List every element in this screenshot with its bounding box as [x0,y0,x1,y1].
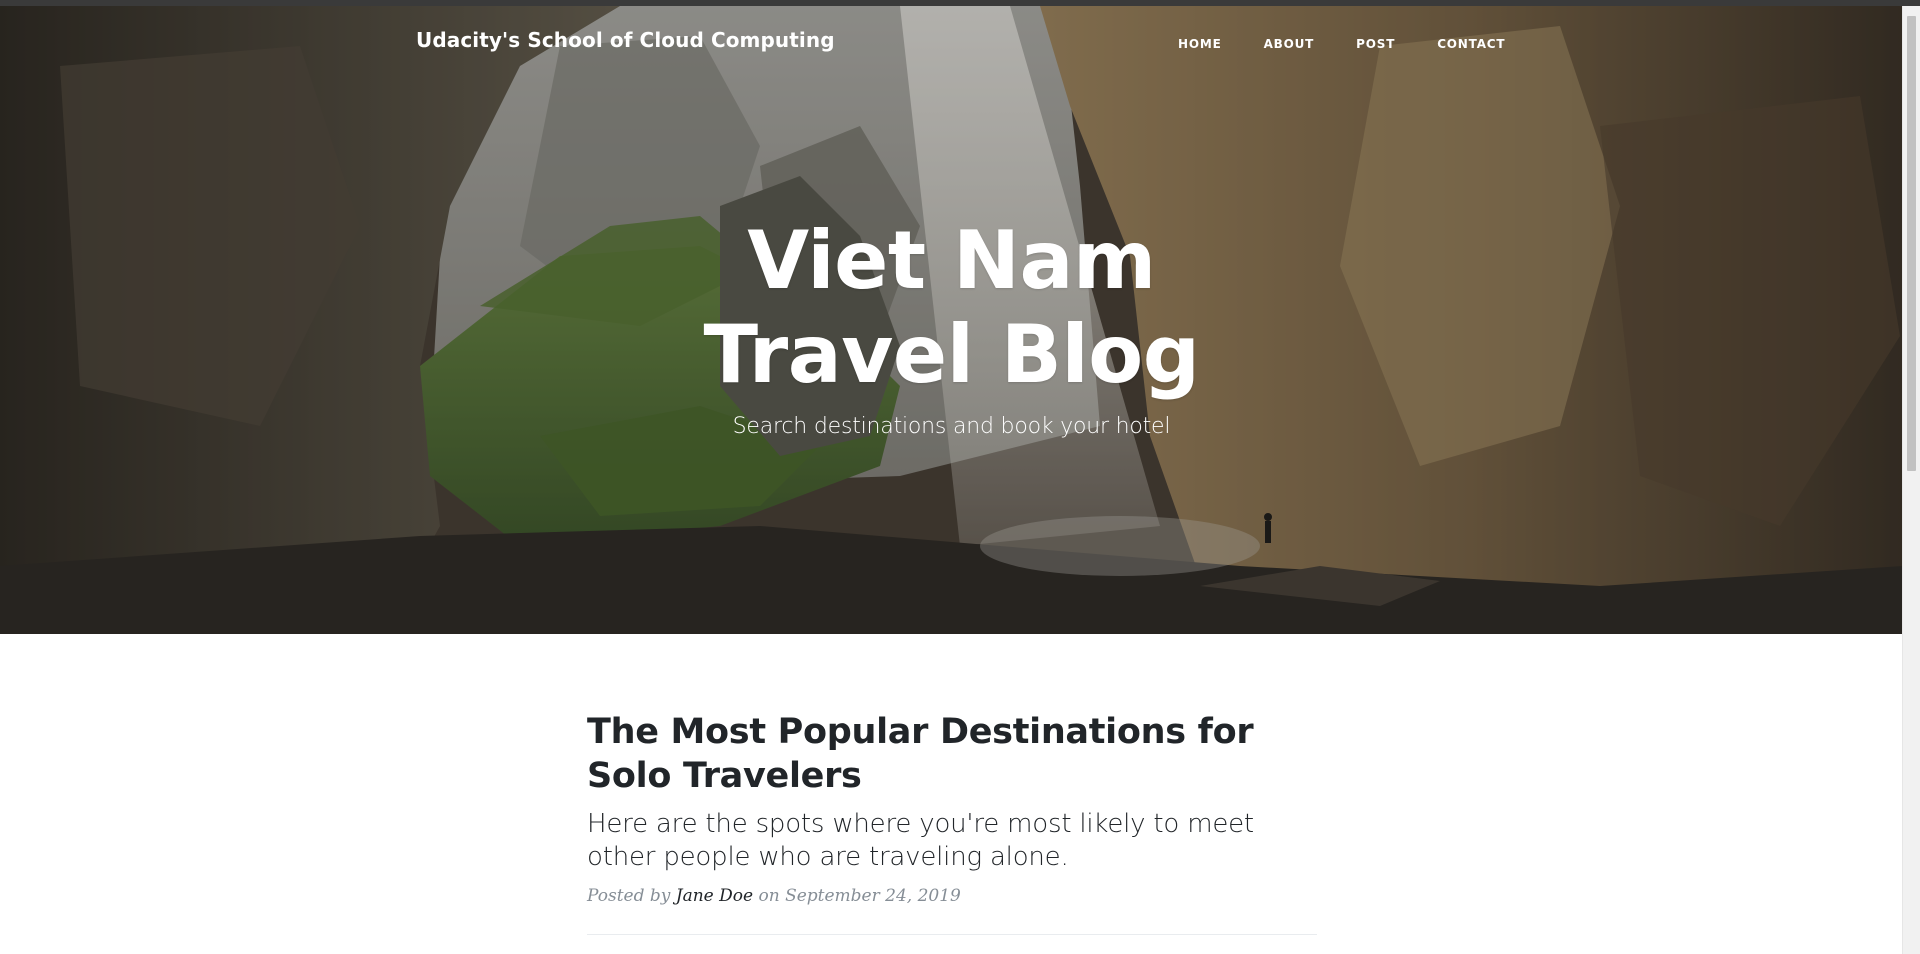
hero-header: Udacity's School of Cloud Computing HOME… [0,6,1903,634]
scrollbar-thumb[interactable] [1907,16,1916,471]
post-preview: The Most Popular Destinations for Solo T… [587,710,1317,935]
nav-post[interactable]: POST [1356,31,1415,57]
post-title[interactable]: The Most Popular Destinations for Solo T… [587,710,1317,798]
nav-about[interactable]: ABOUT [1264,31,1335,57]
site-subtitle: Search destinations and book your hotel [732,414,1171,439]
post-meta-date: on September 24, 2019 [758,886,961,906]
site-title: Viet Nam Travel Blog [672,214,1232,402]
site-title-line-1: Viet Nam [747,214,1156,307]
brand-link[interactable]: Udacity's School of Cloud Computing [416,28,835,52]
top-navbar: Udacity's School of Cloud Computing HOME… [0,6,1903,86]
post-link[interactable]: The Most Popular Destinations for Solo T… [587,710,1317,874]
post-meta-prefix: Posted by [587,886,671,906]
browser-top-border [0,0,1920,6]
nav-links: HOME ABOUT POST CONTACT [1170,31,1547,57]
nav-contact[interactable]: CONTACT [1437,31,1525,57]
site-heading: Viet Nam Travel Blog Search destinations… [0,214,1903,439]
site-title-line-2: Travel Blog [703,308,1200,401]
nav-home[interactable]: HOME [1178,31,1242,57]
post-meta: Posted by Jane Doe on September 24, 2019 [587,886,1317,906]
vertical-scrollbar[interactable] [1902,6,1920,954]
post-author-link[interactable]: Jane Doe [676,886,753,906]
page: Udacity's School of Cloud Computing HOME… [0,0,1920,954]
post-divider [587,934,1317,935]
post-subtitle[interactable]: Here are the spots where you're most lik… [587,808,1317,874]
